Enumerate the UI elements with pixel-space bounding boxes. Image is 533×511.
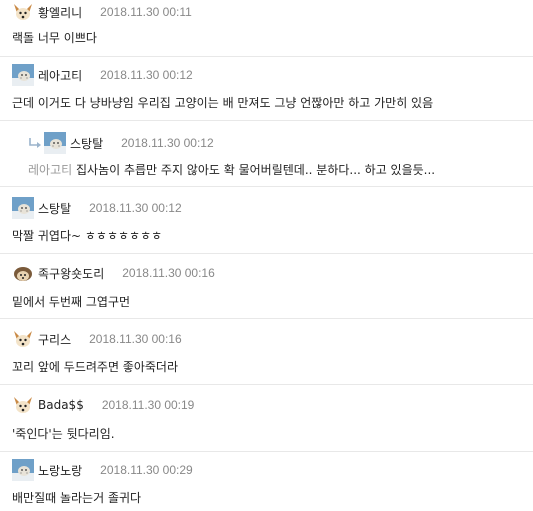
comment-header: 족구왕숏도리 2018.11.30 00:16 [12, 261, 215, 285]
comment-text: '죽인다'는 뒷다리임. [12, 427, 115, 441]
fennec-fox-icon[interactable] [12, 394, 34, 416]
comment-header: 레아고티 2018.11.30 00:12 [12, 63, 193, 87]
comment-header: 스탕탈 2018.11.30 00:12 [12, 196, 182, 220]
comment-author[interactable]: 족구왕숏도리 [38, 265, 104, 282]
comment-date: 2018.11.30 00:16 [122, 266, 215, 280]
snow-leopard-icon[interactable] [12, 197, 34, 219]
comment-text: 막짤 귀엽다~ ㅎㅎㅎㅎㅎㅎㅎ [12, 229, 163, 243]
comment-text: 꼬리 앞에 두드려주면 좋아죽더라 [12, 360, 179, 374]
comment-divider [0, 253, 533, 254]
snow-leopard-icon[interactable] [44, 132, 66, 154]
reply-arrow-icon [28, 136, 42, 150]
comment-text: 근데 이거도 다 냥바냥임 우리집 고양이는 배 만져도 그냥 언짢아만 하고 … [12, 96, 434, 110]
comment-date: 2018.11.30 00:12 [100, 68, 193, 82]
snow-leopard-icon[interactable] [12, 459, 34, 481]
comment-author[interactable]: 구리스 [38, 331, 71, 348]
comment-author[interactable]: 황엘리니 [38, 4, 82, 21]
comment-author[interactable]: Bada$$ [38, 398, 84, 412]
comment-header: 황엘리니 2018.11.30 00:11 [12, 0, 192, 24]
comment-date: 2018.11.30 00:12 [89, 201, 182, 215]
comment-header: 구리스 2018.11.30 00:16 [12, 327, 182, 351]
comment-header: 스탕탈 2018.11.30 00:12 [28, 131, 214, 155]
comment-date: 2018.11.30 00:19 [101, 398, 195, 412]
comment-date: 2018.11.30 00:12 [121, 136, 214, 150]
comment-divider [0, 186, 533, 187]
comment-header: 노랑노랑 2018.11.30 00:29 [12, 458, 193, 482]
hedgehog-icon[interactable] [12, 262, 34, 284]
comment-text: 랙돌 너무 이쁘다 [12, 31, 97, 45]
comment-text: 배만질때 놀라는거 졸귀다 [12, 491, 142, 505]
comment-divider [0, 56, 533, 57]
comment-author[interactable]: 노랑노랑 [38, 462, 82, 479]
comment-header: Bada$$ 2018.11.30 00:19 [12, 393, 194, 417]
comment-divider [0, 318, 533, 319]
comment-divider [0, 451, 533, 452]
comment-divider [0, 120, 533, 121]
fennec-fox-icon[interactable] [12, 1, 34, 23]
comment-divider [0, 384, 533, 385]
reply-text: 집사놈이 추릅만 주지 않아도 확 물어버릴텐데.. 분하다... 하고 있을듯… [76, 163, 436, 177]
comment-list: 황엘리니 2018.11.30 00:11 랙돌 너무 이쁘다 레아고티 201… [0, 0, 533, 511]
comment-date: 2018.11.30 00:16 [89, 332, 182, 346]
comment-date: 2018.11.30 00:11 [100, 5, 192, 19]
comment-author[interactable]: 레아고티 [38, 67, 82, 84]
comment-text: 밑에서 두번째 그엽구먼 [12, 295, 131, 309]
snow-leopard-icon[interactable] [12, 64, 34, 86]
comment-author[interactable]: 스탕탈 [38, 200, 71, 217]
comment-author[interactable]: 스탕탈 [70, 135, 103, 152]
fennec-fox-icon[interactable] [12, 328, 34, 350]
comment-text: 레아고티 집사놈이 추릅만 주지 않아도 확 물어버릴텐데.. 분하다... 하… [28, 161, 435, 178]
comment-date: 2018.11.30 00:29 [100, 463, 193, 477]
reply-mention[interactable]: 레아고티 [28, 163, 72, 177]
